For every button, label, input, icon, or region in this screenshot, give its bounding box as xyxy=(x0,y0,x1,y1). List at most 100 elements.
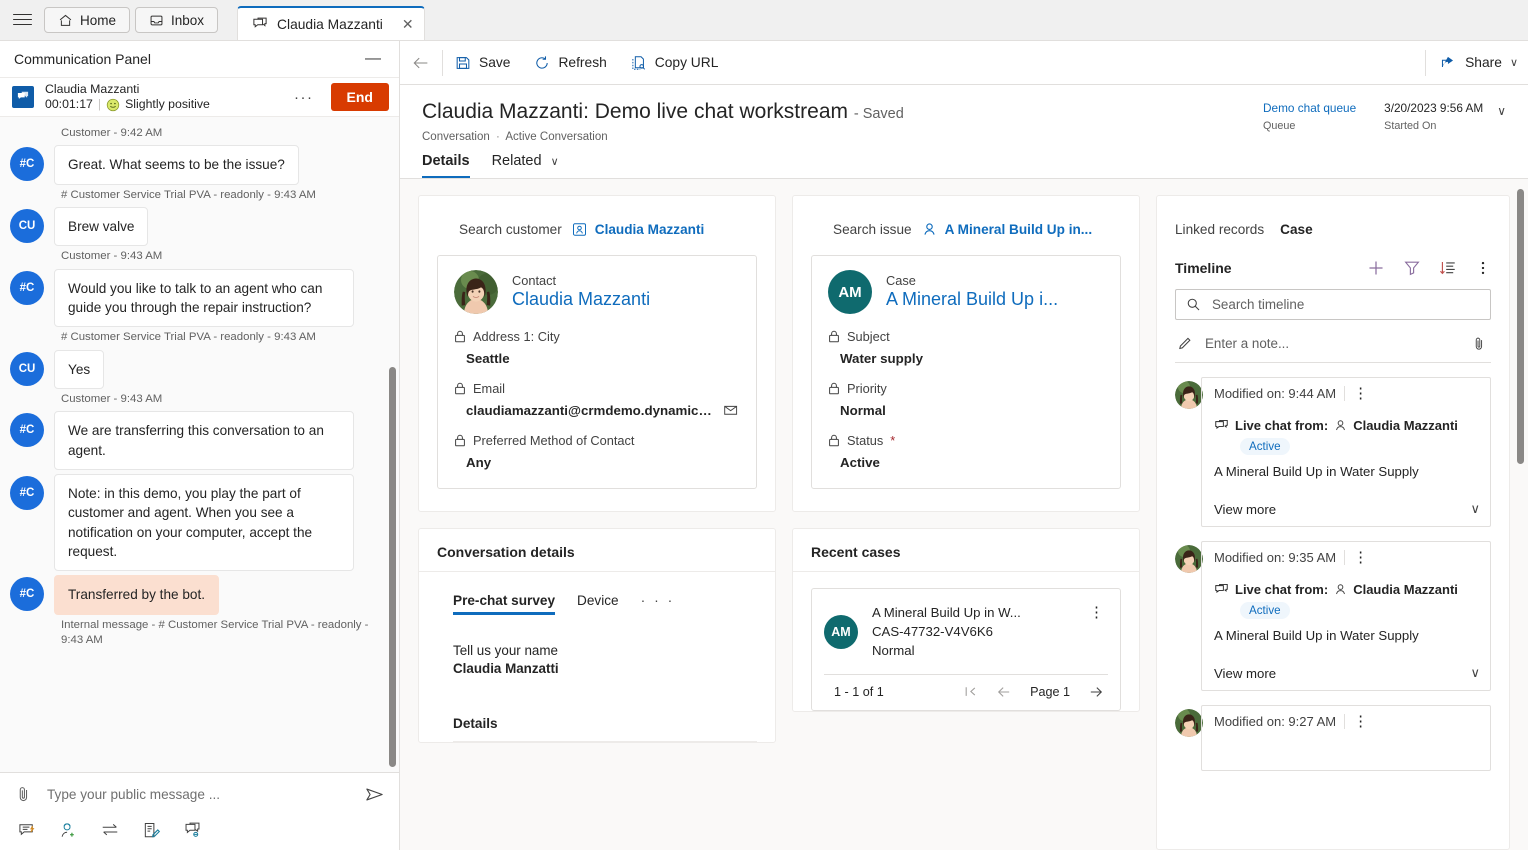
record-tabs: Details Related ∨ xyxy=(400,143,1528,180)
linked-records-value[interactable]: Case xyxy=(1280,222,1313,237)
send-email-icon[interactable] xyxy=(723,403,740,418)
survey-answer: Claudia Manzatti xyxy=(453,661,559,677)
field-label-email: Email xyxy=(454,381,740,396)
chevron-down-icon[interactable]: ∨ xyxy=(551,156,559,168)
kebab-icon[interactable] xyxy=(1475,259,1491,277)
timeline-scrollbar[interactable] xyxy=(1517,189,1524,465)
breadcrumb-separator: · xyxy=(495,131,500,144)
field-label-status: Status * xyxy=(828,433,1104,448)
agent-consult-icon[interactable] xyxy=(59,821,78,840)
message-bubble: Yes xyxy=(54,349,105,390)
tab-device[interactable]: Device xyxy=(577,593,619,615)
field-value-address-city: Seattle xyxy=(466,351,740,366)
next-page-icon[interactable] xyxy=(1088,684,1104,700)
message-input[interactable] xyxy=(45,786,352,803)
composer-input-row xyxy=(0,773,399,816)
tab-related[interactable]: Related ∨ xyxy=(492,153,559,178)
avatar xyxy=(1175,709,1203,738)
minimize-icon[interactable]: — xyxy=(361,50,385,68)
nav-tab-inbox[interactable]: Inbox xyxy=(135,7,219,33)
field-label-address-city: Address 1: City xyxy=(454,329,740,344)
search-issue-value[interactable]: A Mineral Build Up in... xyxy=(922,222,1092,237)
note-placeholder: Enter a note... xyxy=(1205,336,1290,352)
conversation-overflow-icon[interactable]: ··· xyxy=(288,89,320,106)
conversation-details-more-tabs[interactable]: · · · xyxy=(641,592,675,615)
avatar: #C xyxy=(10,147,44,182)
transfer-icon[interactable] xyxy=(100,820,120,840)
recent-case-number: CAS-47732-V4V6K6 xyxy=(872,624,993,640)
kebab-icon[interactable]: ⋮ xyxy=(1085,603,1108,621)
timeline-item-box: Modified on: 9:27 AM ⋮ xyxy=(1201,705,1491,772)
kebab-icon[interactable]: ⋮ xyxy=(1345,384,1376,402)
lock-icon xyxy=(454,330,466,343)
back-arrow-icon[interactable] xyxy=(400,41,442,85)
tab-device-label: Device xyxy=(577,592,619,608)
nav-tab-session-claudia-mazzanti[interactable]: Claudia Mazzanti ✕ xyxy=(237,6,425,40)
save-button[interactable]: Save xyxy=(443,41,522,85)
top-tab-strip: Home Inbox Claudia Mazzanti ✕ xyxy=(0,0,1528,41)
tab-details[interactable]: Details xyxy=(422,153,470,179)
close-icon[interactable]: ✕ xyxy=(402,16,414,33)
field-value-text: Any xyxy=(466,455,492,471)
contact-entity-name[interactable]: Claudia Mazzanti xyxy=(512,289,650,311)
list-item[interactable]: AM A Mineral Build Up in W... CAS-47732-… xyxy=(811,588,1121,711)
first-page-icon[interactable] xyxy=(963,684,978,699)
timeline-view-more[interactable]: View more ∨ xyxy=(1202,489,1490,526)
header-field-queue-value[interactable]: Demo chat queue xyxy=(1263,101,1356,117)
timeline-title: Timeline xyxy=(1175,260,1232,277)
record-title-text: Claudia Mazzanti: Demo live chat workstr… xyxy=(422,100,848,123)
nav-tab-home[interactable]: Home xyxy=(44,7,131,33)
record-saved-state: - Saved xyxy=(853,106,904,122)
person-icon xyxy=(922,222,937,237)
hamburger-menu-icon[interactable] xyxy=(0,0,44,40)
plus-icon[interactable] xyxy=(1367,259,1385,277)
header-expand-chevron-icon[interactable]: ∨ xyxy=(1497,101,1506,118)
tab-pre-chat-survey[interactable]: Pre-chat survey xyxy=(453,593,556,615)
case-entity-name[interactable]: A Mineral Build Up i... xyxy=(886,289,1058,311)
message-timestamp: Internal message - # Customer Service Tr… xyxy=(61,618,369,646)
sort-icon[interactable] xyxy=(1439,259,1457,277)
paperclip-icon[interactable] xyxy=(1471,336,1487,352)
notes-icon[interactable] xyxy=(142,821,161,840)
save-button-label: Save xyxy=(479,55,511,70)
status-badge: Active xyxy=(1240,602,1290,620)
prev-page-icon[interactable] xyxy=(996,684,1012,700)
case-summary-card: Search issue A Mineral Build Up in... AM… xyxy=(792,195,1140,513)
end-conversation-button[interactable]: End xyxy=(330,83,389,111)
avatar: #C xyxy=(10,476,44,511)
composer-toolbar xyxy=(0,816,399,850)
timeline-note-row[interactable]: Enter a note... xyxy=(1175,328,1491,364)
case-entity-card: AM Case A Mineral Build Up i... Subject … xyxy=(811,255,1121,490)
chat-scrollbar[interactable] xyxy=(389,367,396,767)
contact-entity-kind: Contact xyxy=(512,273,557,289)
share-button[interactable]: Share ∨ xyxy=(1426,54,1528,71)
copy-url-button-label: Copy URL xyxy=(654,55,719,70)
copy-url-button[interactable]: Copy URL xyxy=(619,41,731,85)
live-chat-session-icon xyxy=(12,86,34,108)
search-input[interactable] xyxy=(1210,296,1480,314)
pager-page-label: Page 1 xyxy=(1030,684,1070,699)
quick-reply-icon[interactable] xyxy=(18,821,37,840)
conversation-details-tabs: Pre-chat survey Device · · · xyxy=(419,572,775,615)
breadcrumb-view[interactable]: Active Conversation xyxy=(505,131,607,143)
kebab-icon[interactable]: ⋮ xyxy=(1345,712,1376,730)
timeline-card: Linked records Case Timeline Search time… xyxy=(1156,195,1510,850)
linked-conversation-icon[interactable] xyxy=(183,821,202,840)
breadcrumb-entity[interactable]: Conversation xyxy=(422,131,490,143)
field-label-text: Address 1: City xyxy=(473,329,560,345)
timeline-view-more[interactable]: View more ∨ xyxy=(1202,653,1490,690)
chat-message: #C Great. What seems to be the issue? xyxy=(10,145,385,185)
avatar xyxy=(1175,545,1203,574)
timeline-search[interactable] xyxy=(1175,289,1491,321)
paperclip-icon[interactable] xyxy=(14,785,33,804)
field-label-text: Preferred Method of Contact xyxy=(473,433,635,449)
refresh-button[interactable]: Refresh xyxy=(522,41,618,85)
search-customer-value[interactable]: Claudia Mazzanti xyxy=(572,222,704,237)
contact-icon xyxy=(572,222,587,237)
chevron-down-icon[interactable]: ∨ xyxy=(1470,665,1480,681)
chevron-down-icon[interactable]: ∨ xyxy=(1470,501,1480,517)
filter-icon[interactable] xyxy=(1403,259,1421,277)
kebab-icon[interactable]: ⋮ xyxy=(1345,548,1376,566)
send-icon[interactable] xyxy=(364,784,385,805)
chevron-down-icon[interactable]: ∨ xyxy=(1510,56,1518,69)
